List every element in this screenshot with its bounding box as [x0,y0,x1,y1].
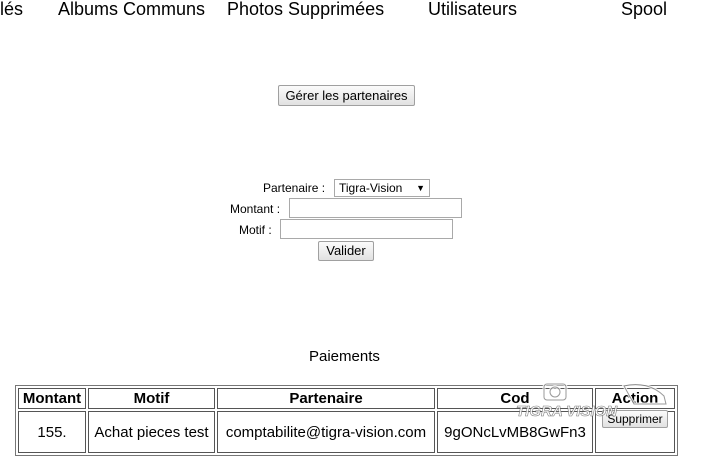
cell-amount: 155. [18,411,86,453]
cell-reason: Achat pieces test [88,411,215,453]
amount-input[interactable] [289,198,462,218]
nav-item-utilisateurs[interactable]: Utilisateurs [428,0,517,20]
partner-select-value: Tigra-Vision [339,181,403,195]
payments-table: Montant Motif Partenaire Cod Action 155.… [15,385,678,456]
nav-item-photos-supprimees[interactable]: Photos Supprimées [227,0,384,20]
table-row: 155. Achat pieces test comptabilite@tigr… [18,409,675,453]
cell-code: 9gONcLvMB8GwFn3 [437,411,593,453]
column-header-montant: Montant [18,388,86,409]
manage-partners-button[interactable]: Gérer les partenaires [278,85,415,106]
column-header-action: Action [595,388,675,409]
reason-input[interactable] [280,219,453,239]
column-header-partenaire: Partenaire [217,388,435,409]
dropdown-arrow-icon: ▼ [416,183,425,193]
nav-item-partial[interactable]: lés [0,0,23,20]
table-header-row: Montant Motif Partenaire Cod Action [18,388,675,409]
partner-label: Partenaire : [263,181,326,195]
cell-action: Supprimer [595,409,675,453]
column-header-motif: Motif [88,388,215,409]
partner-select[interactable]: Tigra-Vision ▼ [334,179,430,197]
amount-label: Montant : [230,202,281,216]
nav-item-spool[interactable]: Spool [621,0,667,20]
nav-item-albums-communs[interactable]: Albums Communs [58,0,205,20]
delete-button[interactable]: Supprimer [602,409,668,428]
payments-title: Paiements [309,348,380,365]
reason-label: Motif : [239,223,272,237]
submit-button[interactable]: Valider [318,241,374,261]
cell-partner: comptabilite@tigra-vision.com [217,411,435,453]
column-header-code: Cod [437,388,593,409]
